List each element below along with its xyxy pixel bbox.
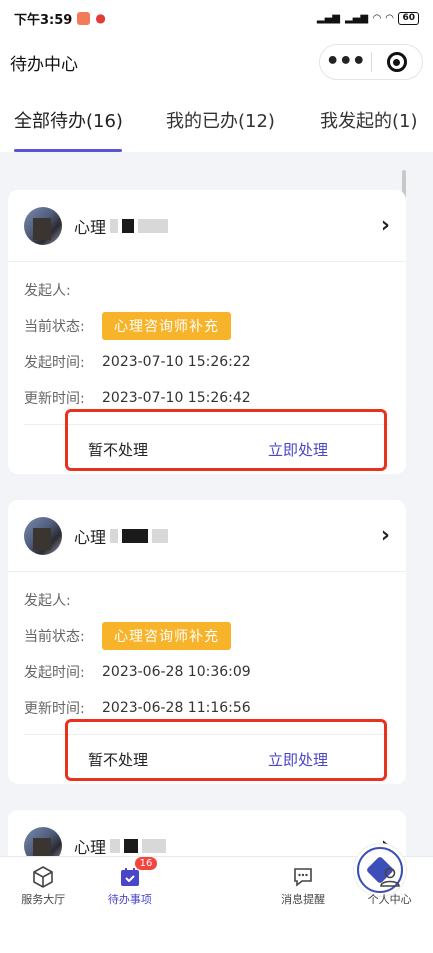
status-icons: ▂▄▆ ▂▄▆ ◠ ◠ 60 — [316, 11, 419, 25]
status-badge: 心理咨询师补充 — [102, 622, 231, 650]
tab-label: 我的已办(12) — [166, 111, 275, 132]
signal-icon-2: ▂▄▆ — [344, 12, 369, 24]
updated-value: 2023-07-10 15:26:42 — [102, 390, 251, 406]
created-value: 2023-06-28 10:36:09 — [102, 664, 251, 680]
tab-all-todo[interactable]: 全部待办(16) — [14, 100, 123, 152]
redacted-text — [110, 218, 119, 233]
created-row: 发起时间: 2023-07-10 15:26:22 — [24, 344, 390, 380]
chevron-right-icon[interactable]: › — [381, 213, 390, 238]
target-icon — [386, 52, 407, 72]
close-miniprogram-button[interactable] — [372, 52, 423, 72]
tabbar-label: 服务大厅 — [21, 893, 66, 906]
user-icon — [378, 863, 402, 891]
tabbar-item-messages[interactable]: 消息提醒 — [260, 857, 347, 914]
todo-count-badge: 16 — [134, 857, 158, 870]
updated-label: 更新时间: — [24, 391, 85, 407]
card-header[interactable]: 心理 › — [8, 810, 406, 856]
wifi-icon: ◠ — [373, 12, 381, 24]
avatar — [24, 826, 62, 856]
tabbar-item-todo[interactable]: 16 待办事项 — [87, 857, 174, 914]
system-nav-area — [0, 914, 433, 953]
redacted-text — [138, 218, 169, 233]
redacted-text — [124, 838, 139, 853]
redacted-text — [122, 218, 135, 233]
avatar — [24, 206, 62, 245]
status-bar: 下午3:59 ● ▂▄▆ ▂▄▆ ◠ ◠ 60 — [0, 0, 433, 36]
status-time: 下午3:59 — [14, 12, 73, 28]
redacted-text — [110, 528, 119, 543]
card-actions: 暂不处理 立即处理 — [24, 409, 390, 474]
tabbar-label: 个人中心 — [367, 893, 412, 906]
highlight-box — [65, 409, 387, 471]
hotspot-icon: ◠ — [385, 12, 394, 24]
updated-label: 更新时间: — [24, 701, 85, 717]
miniprogram-capsule: ••• — [319, 44, 423, 80]
created-label: 发起时间: — [24, 665, 85, 681]
avatar — [24, 516, 62, 555]
tab-label: 全部待办(16) — [14, 111, 123, 132]
todo-list[interactable]: 心理 › 发起人: 当前状态: 心理咨询师补充 发起时间: 2023-07-10… — [0, 152, 433, 856]
highlight-box — [65, 719, 387, 781]
card-title: 心理 — [74, 524, 169, 548]
created-value: 2023-07-10 15:26:22 — [102, 354, 251, 370]
battery-icon: 60 — [398, 11, 419, 25]
card-header[interactable]: 心理 › — [8, 500, 406, 572]
card-title-text: 心理 — [74, 837, 107, 857]
tabbar-item-service-hall[interactable]: 服务大厅 — [0, 857, 87, 914]
chat-bubble-icon — [291, 863, 315, 891]
card-body: 发起人: 当前状态: 心理咨询师补充 发起时间: 2023-07-10 15:2… — [8, 262, 406, 416]
redacted-text — [122, 528, 149, 543]
redacted-text — [142, 838, 167, 853]
initiator-label: 发起人: — [24, 283, 71, 299]
bottom-tab-bar: 服务大厅 16 待办事项 消息提醒 个人中心 — [0, 843, 433, 914]
status-badge: 心理咨询师补充 — [102, 312, 231, 340]
initiator-label: 发起人: — [24, 593, 71, 609]
app-notification-icon — [77, 11, 91, 25]
card-title-text: 心理 — [74, 217, 107, 237]
card-body: 发起人: 当前状态: 心理咨询师补充 发起时间: 2023-06-28 10:3… — [8, 572, 406, 726]
title-bar: 待办中心 ••• — [0, 40, 433, 84]
status-label: 当前状态: — [24, 629, 85, 645]
chevron-right-icon[interactable]: › — [381, 523, 390, 548]
tab-my-initiated[interactable]: 我发起的(1) — [320, 100, 418, 152]
redacted-text — [152, 528, 169, 543]
tabbar-label: 消息提醒 — [281, 893, 326, 906]
tabbar-item-profile[interactable]: 个人中心 — [346, 857, 433, 914]
card-title: 心理 — [74, 214, 169, 238]
status-row: 当前状态: 心理咨询师补充 — [24, 308, 390, 344]
status-row: 当前状态: 心理咨询师补充 — [24, 618, 390, 654]
tab-my-done[interactable]: 我的已办(12) — [166, 100, 275, 152]
status-label: 当前状态: — [24, 319, 85, 335]
updated-value: 2023-06-28 11:16:56 — [102, 700, 251, 716]
todo-card: 心理 › 发起人: 当前状态: 心理咨询师补充 发起时间: 2023-06-28… — [8, 500, 406, 784]
created-label: 发起时间: — [24, 355, 85, 371]
tab-label: 我发起的(1) — [320, 111, 418, 132]
signal-icon: ▂▄▆ — [316, 12, 340, 24]
tabbar-label: 待办事项 — [107, 893, 152, 906]
redacted-text — [110, 838, 121, 853]
todo-card: 心理 › — [8, 810, 406, 856]
card-title-text: 心理 — [74, 527, 107, 547]
initiator-row: 发起人: — [24, 272, 390, 308]
created-row: 发起时间: 2023-06-28 10:36:09 — [24, 654, 390, 690]
cube-icon — [31, 863, 55, 891]
tabbar-item-home-logo[interactable] — [173, 843, 408, 914]
location-icon: ● — [95, 11, 106, 25]
card-header[interactable]: 心理 › — [8, 190, 406, 262]
page-title: 待办中心 — [10, 54, 78, 75]
card-actions: 暂不处理 立即处理 — [24, 719, 390, 784]
initiator-row: 发起人: — [24, 582, 390, 618]
card-title: 心理 — [74, 834, 167, 857]
todo-card: 心理 › 发起人: 当前状态: 心理咨询师补充 发起时间: 2023-07-10… — [8, 190, 406, 474]
tab-bar: 全部待办(16) 我的已办(12) 我发起的(1) — [0, 100, 433, 152]
more-icon[interactable]: ••• — [320, 51, 371, 73]
